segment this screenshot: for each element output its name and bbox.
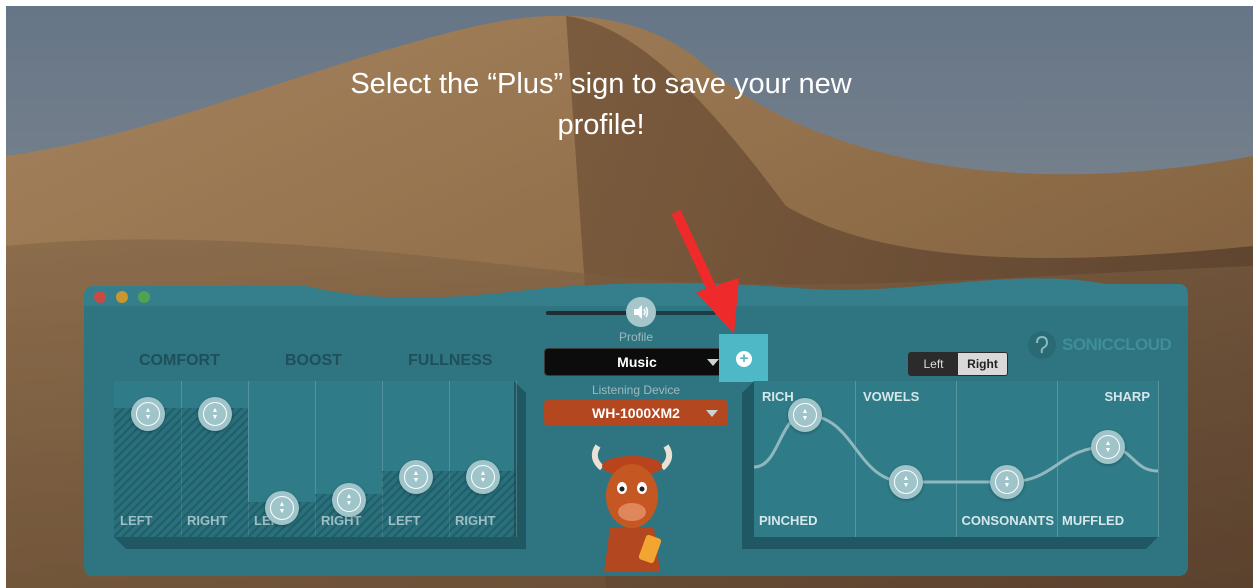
up-down-arrows-icon: ▲ ▼	[270, 496, 294, 520]
speaker-icon	[634, 305, 649, 319]
add-profile-button-highlight[interactable]: +	[719, 334, 768, 382]
up-down-arrows-icon: ▲ ▼	[404, 465, 428, 489]
slider-side-label: LEFT	[388, 513, 421, 528]
bison-mascot-icon	[591, 444, 673, 572]
eq-knob[interactable]: ▲ ▼	[1091, 430, 1125, 464]
brand-name: SONICCLOUD	[1062, 335, 1172, 354]
listening-device-label: Listening Device	[591, 383, 681, 397]
up-down-arrows-icon: ▲ ▼	[471, 465, 495, 489]
up-down-arrows-icon: ▲ ▼	[1096, 435, 1120, 459]
boost-header: BOOST	[285, 352, 342, 369]
up-down-arrows-icon: ▲ ▼	[894, 470, 918, 494]
chevron-down-icon	[706, 410, 718, 417]
listening-device-dropdown[interactable]: WH-1000XM2	[544, 400, 728, 426]
volume-knob[interactable]	[626, 297, 656, 327]
slider-knob[interactable]: ▲ ▼	[198, 397, 232, 431]
profile-dropdown[interactable]: Music	[544, 348, 730, 376]
slider-side-label: RIGHT	[455, 513, 496, 528]
eq-knob[interactable]: ▲ ▼	[788, 398, 822, 432]
slider-comfort-right[interactable]: RIGHT ▲ ▼	[181, 381, 249, 537]
red-arrow-icon	[671, 209, 739, 334]
slider-side-label: LEFT	[120, 513, 153, 528]
up-down-arrows-icon: ▲ ▼	[995, 470, 1019, 494]
slider-fullness-left[interactable]: LEFT ▲ ▼	[382, 381, 450, 537]
slider-side-label: RIGHT	[187, 513, 228, 528]
ear-toggle-right[interactable]: Right	[958, 353, 1007, 375]
slider-knob[interactable]: ▲ ▼	[466, 460, 500, 494]
eq-knob[interactable]: ▲ ▼	[990, 465, 1024, 499]
ear-toggle-left[interactable]: Left	[909, 353, 958, 375]
slider-knob[interactable]: ▲ ▼	[399, 460, 433, 494]
zoom-button[interactable]	[138, 291, 150, 303]
slider-knob[interactable]: ▲ ▼	[332, 483, 366, 517]
up-down-arrows-icon: ▲ ▼	[203, 402, 227, 426]
screenshot-stage: Select the “Plus” sign to save your new …	[6, 6, 1253, 588]
listening-device-selected: WH-1000XM2	[592, 405, 680, 421]
profile-selected: Music	[617, 354, 657, 370]
close-button[interactable]	[94, 291, 106, 303]
up-down-arrows-icon: ▲ ▼	[337, 488, 361, 512]
slider-comfort-left[interactable]: LEFT ▲ ▼	[114, 381, 182, 537]
slider-knob[interactable]: ▲ ▼	[265, 491, 299, 525]
sonic-cloud-app-window: Profile Music + Listening Device WH-1000…	[6, 6, 1253, 588]
chevron-down-icon	[707, 359, 719, 366]
ear-icon	[1028, 331, 1056, 359]
slider-boost-right[interactable]: RIGHT ▲ ▼	[315, 381, 383, 537]
minimize-button[interactable]	[116, 291, 128, 303]
ear-toggle[interactable]: Left Right	[908, 352, 1008, 376]
slider-knob[interactable]: ▲ ▼	[131, 397, 165, 431]
slider-fullness-right[interactable]: RIGHT ▲ ▼	[449, 381, 517, 537]
up-down-arrows-icon: ▲ ▼	[136, 402, 160, 426]
up-down-arrows-icon: ▲ ▼	[793, 403, 817, 427]
slider-boost-left[interactable]: LEFT▲▼	[248, 381, 316, 537]
comfort-header: COMFORT	[139, 352, 220, 369]
fullness-header: FULLNESS	[408, 352, 493, 369]
eq-knob[interactable]: ▲ ▼	[889, 465, 923, 499]
brand: SONICCLOUD	[1028, 330, 1172, 360]
plus-icon[interactable]: +	[736, 351, 752, 367]
